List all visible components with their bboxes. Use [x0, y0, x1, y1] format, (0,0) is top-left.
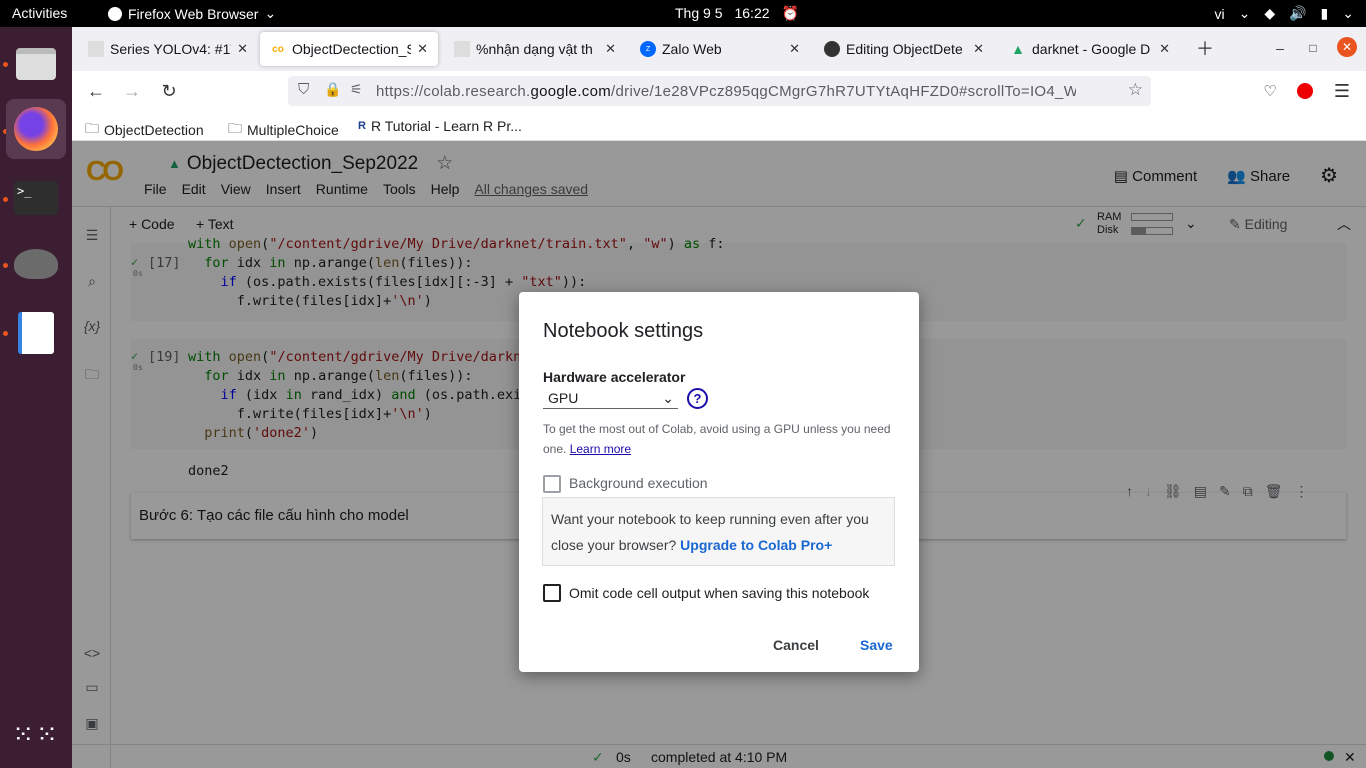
background-execution-label: Background execution [569, 475, 708, 491]
app-menu-label: Firefox Web Browser [128, 5, 259, 22]
chevron-down-icon: ⌄ [662, 389, 674, 406]
close-icon[interactable]: ✕ [605, 41, 616, 57]
generic-page-icon [88, 41, 104, 57]
close-icon[interactable]: ✕ [1159, 41, 1170, 57]
dock-files[interactable] [6, 34, 66, 94]
close-icon[interactable]: ✕ [789, 41, 800, 57]
wifi-icon: ◆ [1264, 5, 1276, 21]
dock: >_ ⁙⁙ [0, 27, 72, 768]
background-execution-checkbox[interactable] [543, 475, 561, 493]
select-value: GPU [548, 390, 579, 406]
generic-page-icon [454, 41, 470, 57]
shield-icon: ⛉ [298, 81, 310, 98]
bookmark-folder[interactable]: 🗀 ObjectDetection [85, 118, 204, 142]
colab-icon: co [272, 43, 284, 55]
tab-title: darknet - Google D [1032, 41, 1151, 57]
extension-icon[interactable] [1294, 80, 1316, 102]
reload-button[interactable]: ↻ [158, 80, 180, 102]
terminal-icon: >_ [14, 181, 58, 215]
help-icon[interactable]: ? [687, 388, 708, 409]
dialog-title: Notebook settings [543, 320, 704, 342]
omit-output-label: Omit code cell output when saving this n… [569, 585, 870, 601]
dock-gimp[interactable] [6, 234, 66, 294]
google-drive-icon: ▲ [1011, 41, 1025, 57]
system-top-bar: Activities Firefox Web Browser ⌄ Thg 9 5… [0, 0, 1366, 27]
menu-icon[interactable]: ☰ [1331, 80, 1353, 102]
upgrade-link[interactable]: Upgrade to Colab Pro+ [680, 537, 832, 553]
notebook-settings-dialog: Notebook settings Hardware accelerator G… [519, 292, 919, 672]
maximize-button[interactable]: □ [1302, 37, 1324, 59]
tab-title: %nhận dạng vật th [476, 41, 593, 57]
show-applications-button[interactable]: ⁙⁙ [6, 704, 66, 764]
folder-icon: 🗀 [228, 120, 242, 136]
browser-tab[interactable]: Series YOLOv4: #1T ✕ [78, 32, 258, 66]
navigation-bar: ← → ↻ ⛉ 🔒 ⚟ https://colab.research.googl… [72, 71, 1366, 111]
text-editor-icon [18, 312, 54, 354]
browser-tab[interactable]: Editing ObjectDete ✕ [814, 32, 994, 66]
input-language[interactable]: vi [1214, 6, 1224, 22]
firefox-icon [14, 107, 58, 151]
tab-title: ObjectDectection_S [292, 41, 412, 57]
zalo-icon: Z [640, 41, 656, 57]
bookmarks-bar: 🗀 ObjectDetection 🗀 MultipleChoice RR Tuto… [72, 111, 1366, 141]
alarm-icon: ⏰ [781, 5, 799, 21]
app-menu[interactable]: Firefox Web Browser ⌄ [108, 5, 276, 22]
tab-title: Zalo Web [662, 41, 722, 57]
files-icon [16, 48, 56, 80]
clock-time: 16:22 [734, 5, 770, 21]
battery-icon: ▮ [1320, 5, 1329, 21]
permissions-icon: ⚟ [350, 81, 363, 97]
tab-title: Editing ObjectDete [846, 41, 963, 57]
bookmark-folder[interactable]: 🗀 MultipleChoice [228, 118, 339, 142]
omit-output-checkbox[interactable] [543, 584, 561, 602]
browser-tab[interactable]: %nhận dạng vật th ✕ [444, 32, 626, 66]
system-tray[interactable]: vi ⌄ ◆ 🔊 ▮ ⌄ [1214, 5, 1354, 22]
github-icon [824, 41, 840, 57]
chevron-down-icon: ⌄ [264, 5, 277, 21]
back-button[interactable]: ← [85, 80, 107, 102]
gpu-note: To get the most out of Colab, avoid usin… [543, 422, 891, 456]
activities-button[interactable]: Activities [12, 5, 67, 21]
url-bar[interactable]: ⛉ 🔒 ⚟ https://colab.research.google.com/… [288, 76, 1151, 106]
browser-tab-active[interactable]: co ObjectDectection_S ✕ [260, 32, 438, 66]
chevron-down-icon: ⌄ [1342, 5, 1354, 21]
firefox-icon [108, 6, 122, 21]
save-button[interactable]: Save [860, 637, 893, 653]
close-icon[interactable]: ✕ [973, 41, 984, 57]
hardware-accelerator-select[interactable]: GPU ⌄ [543, 388, 678, 409]
upgrade-upsell: Want your notebook to keep running even … [542, 497, 895, 566]
hardware-accelerator-label: Hardware accelerator [543, 369, 686, 385]
learn-more-link[interactable]: Learn more [570, 442, 631, 456]
close-icon[interactable]: ✕ [237, 41, 248, 57]
dock-firefox[interactable] [6, 99, 66, 159]
forward-button[interactable]: → [121, 80, 143, 102]
cancel-button[interactable]: Cancel [773, 637, 819, 653]
bookmark-star-icon[interactable]: ☆ [1128, 80, 1143, 100]
bookmark-link[interactable]: RR Tutorial - Learn R Pr... [358, 118, 522, 134]
browser-tab[interactable]: Z Zalo Web ✕ [630, 32, 810, 66]
folder-icon: 🗀 [85, 120, 99, 136]
gimp-icon [14, 249, 58, 279]
new-tab-button[interactable]: ＋ [1194, 37, 1216, 59]
clock[interactable]: Thg 9 5 16:22 ⏰ [675, 5, 799, 22]
volume-icon: 🔊 [1289, 5, 1307, 21]
app-grid-icon: ⁙⁙ [12, 719, 60, 749]
dock-text-editor[interactable] [6, 303, 66, 363]
close-window-button[interactable]: ✕ [1337, 37, 1357, 57]
tab-strip: Series YOLOv4: #1T ✕ co ObjectDectection… [72, 27, 1366, 71]
browser-tab[interactable]: ▲ darknet - Google D ✕ [1000, 32, 1180, 66]
clock-date: Thg 9 5 [675, 5, 723, 21]
chevron-down-icon: ⌄ [1238, 5, 1251, 21]
close-icon[interactable]: ✕ [417, 41, 428, 57]
pocket-icon[interactable]: ♡ [1259, 80, 1281, 102]
dock-terminal[interactable]: >_ [6, 168, 66, 228]
tab-title: Series YOLOv4: #1T [110, 41, 232, 57]
r-tutorial-icon: R [358, 120, 366, 132]
url-text: https://colab.research.google.com/drive/… [376, 82, 1076, 100]
lock-icon: 🔒 [324, 81, 342, 97]
minimize-button[interactable]: – [1269, 37, 1291, 59]
